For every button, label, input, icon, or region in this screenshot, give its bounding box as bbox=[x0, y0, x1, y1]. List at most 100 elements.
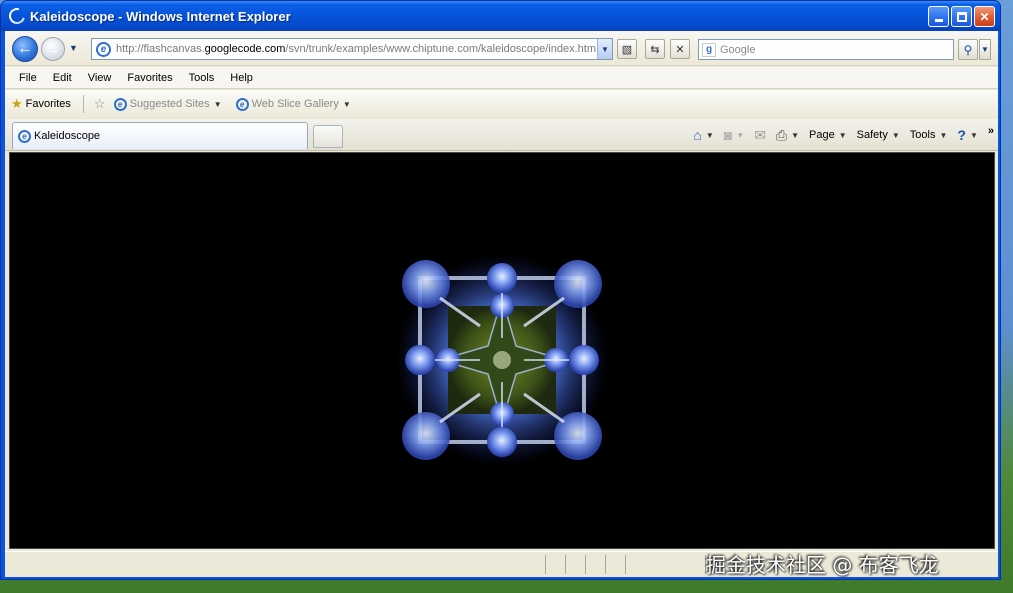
home-button[interactable]: ⌂ ▼ bbox=[693, 127, 713, 143]
suggested-sites-label: Suggested Sites bbox=[129, 98, 210, 110]
forward-arrow-icon: → bbox=[46, 41, 60, 57]
printer-icon: ⎙ bbox=[775, 126, 788, 143]
browser-window: Kaleidoscope - Windows Internet Explorer… bbox=[0, 0, 1001, 580]
favorites-button[interactable]: Favorites bbox=[26, 98, 71, 110]
web-slice-gallery-link[interactable]: e Web Slice Gallery ▼ bbox=[235, 97, 351, 111]
status-divider bbox=[585, 555, 586, 574]
page-ie-icon: e bbox=[96, 41, 111, 57]
chevron-down-icon: ▼ bbox=[838, 130, 847, 140]
back-button[interactable]: ← bbox=[12, 36, 38, 62]
magnifier-icon: ⚲ bbox=[963, 42, 973, 57]
status-divider bbox=[545, 555, 546, 574]
chevron-down-icon: ▼ bbox=[736, 130, 745, 140]
close-icon: ✕ bbox=[979, 9, 990, 24]
recent-pages-dropdown[interactable]: ▼ bbox=[69, 43, 78, 53]
chevron-down-icon: ▼ bbox=[213, 99, 222, 109]
maximize-icon bbox=[956, 11, 967, 22]
rss-icon: ◙ bbox=[723, 127, 733, 143]
menu-help[interactable]: Help bbox=[222, 72, 261, 84]
favorites-separator bbox=[82, 95, 84, 113]
close-button[interactable]: ✕ bbox=[974, 6, 995, 27]
google-icon: g bbox=[702, 42, 716, 57]
url-prefix: http://flashcanvas. bbox=[116, 43, 205, 55]
menu-favorites[interactable]: Favorites bbox=[119, 72, 180, 84]
compatibility-icon: ▧ bbox=[621, 43, 633, 56]
status-divider bbox=[625, 555, 626, 574]
chevron-down-icon: ▼ bbox=[705, 130, 714, 140]
tab-ie-icon: e bbox=[18, 129, 31, 143]
page-menu-label: Page bbox=[809, 129, 835, 141]
watermark-text: 掘金技术社区 @ 布客飞龙 bbox=[706, 553, 939, 577]
refresh-button[interactable]: ⇆ bbox=[645, 39, 665, 59]
compatibility-view-button[interactable]: ▧ bbox=[617, 39, 637, 59]
chevron-down-icon: ▼ bbox=[939, 130, 948, 140]
window-controls: ✕ bbox=[928, 6, 995, 27]
ie-logo-icon bbox=[6, 5, 28, 27]
address-dropdown-icon[interactable]: ▼ bbox=[597, 39, 612, 59]
page-viewport[interactable] bbox=[9, 152, 995, 549]
mail-icon: ✉ bbox=[754, 126, 766, 143]
url-host: googlecode.com bbox=[204, 43, 286, 55]
kaleido-center bbox=[493, 351, 511, 369]
safety-menu[interactable]: Safety ▼ bbox=[857, 129, 900, 141]
chevron-down-icon: ▼ bbox=[891, 130, 900, 140]
search-placeholder: Google bbox=[720, 43, 756, 56]
web-slice-icon: e bbox=[235, 97, 249, 111]
chevron-down-icon: ▼ bbox=[969, 130, 978, 140]
help-icon: ? bbox=[957, 127, 966, 143]
command-bar: ⌂ ▼ ◙ ▼ ✉ ⎙ ▼ Page ▼ Safety ▼ Tools ▼ ? ▼ » bbox=[683, 124, 994, 146]
safety-menu-label: Safety bbox=[856, 129, 888, 141]
status-divider bbox=[605, 555, 606, 574]
url-suffix: /svn/trunk/examples/www.chiptune.com/kal… bbox=[285, 43, 597, 55]
suggested-sites-icon: e bbox=[113, 97, 127, 111]
menu-edit[interactable]: Edit bbox=[45, 72, 80, 84]
stop-button[interactable]: ✕ bbox=[670, 39, 690, 59]
stop-icon: ✕ bbox=[675, 43, 685, 56]
kaleido-node bbox=[487, 427, 517, 457]
new-tab-button[interactable] bbox=[313, 125, 343, 148]
menu-file[interactable]: File bbox=[11, 72, 45, 84]
back-arrow-icon: ← bbox=[17, 40, 33, 57]
address-bar[interactable]: e http://flashcanvas. googlecode.com/svn/… bbox=[91, 38, 613, 60]
minimize-icon bbox=[934, 19, 943, 22]
print-button[interactable]: ⎙ ▼ bbox=[776, 127, 799, 144]
chevron-down-icon: ▼ bbox=[791, 130, 800, 140]
status-divider bbox=[565, 555, 566, 574]
tools-menu-label: Tools bbox=[909, 129, 936, 141]
chevron-down-icon: ▼ bbox=[342, 99, 351, 109]
favorites-star-icon: ★ bbox=[11, 96, 23, 111]
menu-tools[interactable]: Tools bbox=[181, 72, 223, 84]
search-button[interactable]: ⚲ bbox=[958, 39, 978, 60]
kaleido-node bbox=[405, 345, 435, 375]
search-box[interactable]: g Google bbox=[698, 39, 954, 60]
tab-kaleidoscope[interactable]: e Kaleidoscope bbox=[12, 122, 308, 149]
kaleidoscope-animation bbox=[396, 254, 608, 466]
forward-button[interactable]: → bbox=[41, 37, 65, 61]
feeds-button[interactable]: ◙ ▼ bbox=[724, 127, 744, 143]
kaleido-node bbox=[487, 263, 517, 293]
tools-menu[interactable]: Tools ▼ bbox=[910, 129, 948, 141]
chevron-down-icon: ▼ bbox=[981, 45, 989, 54]
home-icon: ⌂ bbox=[693, 127, 702, 143]
suggested-sites-link[interactable]: e Suggested Sites ▼ bbox=[113, 97, 222, 111]
window-title: Kaleidoscope - Windows Internet Explorer bbox=[30, 8, 291, 24]
search-options-button[interactable]: ▼ bbox=[979, 39, 991, 60]
read-mail-button[interactable]: ✉ bbox=[754, 127, 766, 144]
title-bar[interactable]: Kaleidoscope - Windows Internet Explorer… bbox=[1, 1, 1000, 31]
favorites-bar: ★ Favorites ☆ e Suggested Sites ▼ e Web … bbox=[5, 90, 998, 118]
kaleido-node bbox=[569, 345, 599, 375]
page-menu[interactable]: Page ▼ bbox=[809, 129, 847, 141]
refresh-icon: ⇆ bbox=[650, 43, 660, 56]
menu-bar: File Edit View Favorites Tools Help bbox=[5, 67, 998, 89]
help-button[interactable]: ? ▼ bbox=[957, 127, 977, 143]
web-slice-gallery-label: Web Slice Gallery bbox=[251, 98, 339, 110]
tab-label: Kaleidoscope bbox=[34, 130, 101, 142]
browser-chrome: ← → ▼ e http://flashcanvas. googlecode.co… bbox=[5, 31, 998, 577]
maximize-button[interactable] bbox=[951, 6, 972, 27]
address-toolbar: ← → ▼ e http://flashcanvas. googlecode.co… bbox=[5, 31, 998, 66]
tab-bar: e Kaleidoscope ⌂ ▼ ◙ ▼ ✉ ⎙ ▼ Page ▼ Safety ▼ … bbox=[5, 119, 998, 151]
minimize-button[interactable] bbox=[928, 6, 949, 27]
menu-view[interactable]: View bbox=[80, 72, 120, 84]
more-commands-icon[interactable]: » bbox=[988, 125, 994, 137]
add-to-favorites-icon[interactable]: ☆ bbox=[94, 96, 106, 112]
